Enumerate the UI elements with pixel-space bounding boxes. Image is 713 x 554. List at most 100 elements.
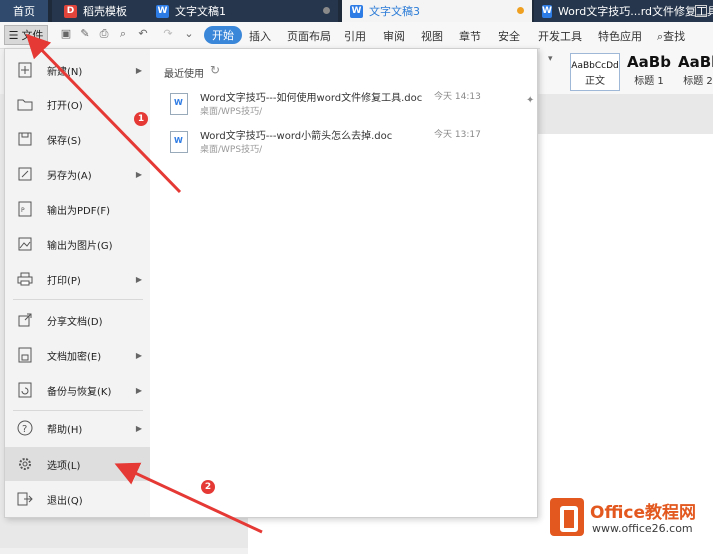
file-menu-button[interactable]: ☰ 文件 [4,25,48,45]
style-normal[interactable]: AaBbCcDd 正文 [570,53,620,91]
tab-insert[interactable]: 插入 [249,28,271,44]
tab-label: 文字文稿3 [369,5,420,18]
menu-item-new[interactable]: 新建(N) ▶ [5,53,150,87]
menu-item-encrypt[interactable]: 文档加密(E) ▶ [5,338,150,372]
tab-document-1[interactable]: W 文字文稿1 [148,0,338,22]
tab-chapter[interactable]: 章节 [459,28,481,44]
office-logo-icon [550,498,584,536]
file-menu-label: 文件 [21,29,44,42]
svg-text:P: P [21,207,25,214]
menu-item-label: 输出为PDF(F) [47,205,111,217]
menu-item-open[interactable]: 打开(O) [5,87,150,121]
style-heading-1[interactable]: AaBb 标题 1 [623,53,675,91]
annotation-badge-2: 2 [201,480,215,494]
submenu-arrow-icon: ▶ [135,385,142,395]
print-icon[interactable]: ⎙ [98,28,110,40]
word-doc-icon: W [542,4,552,18]
menu-item-save-as[interactable]: 另存为(A) ▶ [5,157,150,191]
recent-file-item[interactable]: Word文字技巧---word小箭头怎么去掉.doc 桌面/WPS技巧/ 今天 … [162,127,536,167]
quick-toolbar: ☰ 文件 ▣ ✎ ⎙ ⌕ ↶ ↷ ⌄ 开始 插入 页面布局 引用 审阅 视图 章… [0,22,713,49]
menu-item-label: 打印(P) [47,275,81,287]
submenu-arrow-icon: ▶ [135,169,142,179]
menu-item-label: 帮助(H) [47,424,83,436]
recent-file-time: 今天 13:17 [434,130,481,140]
recent-file-time: 今天 14:13 [434,92,481,102]
tab-close-icon[interactable] [695,5,707,17]
menu-item-exit[interactable]: 退出(Q) [5,482,150,516]
share-icon [17,312,33,328]
menu-item-label: 分享文档(D) [47,316,103,328]
undo-icon[interactable]: ↶ [137,28,149,40]
tab-page-layout[interactable]: 页面布局 [287,28,331,44]
tab-home-label: 首页 [13,5,35,18]
tab-label: 稻壳模板 [83,5,127,18]
print-preview-icon[interactable]: ⌕ [117,28,129,40]
tab-references[interactable]: 引用 [344,28,366,44]
tab-strip: 首页 D 稻壳模板 W 文字文稿1 W 文字文稿3 W Word文字技巧...r… [0,0,713,22]
watermark: Office教程网 www.office26.com [546,494,710,542]
tab-view[interactable]: 视图 [421,28,443,44]
unsaved-dot-icon [517,7,524,14]
menu-item-backup[interactable]: 备份与恢复(K) ▶ [5,373,150,407]
menu-item-label: 退出(Q) [47,495,83,507]
recent-files-panel: 最近使用 ↻ Word文字技巧---如何使用word文件修复工具.doc 桌面/… [150,49,537,517]
menu-item-label: 输出为图片(G) [47,240,113,252]
tab-security[interactable]: 安全 [498,28,520,44]
tab-label: 文字文稿1 [175,5,226,18]
menu-item-share[interactable]: 分享文档(D) [5,303,150,337]
annotation-badge-1: 1 [134,112,148,126]
recent-file-path: 桌面/WPS技巧/ [200,145,263,155]
style-h1-sample: AaBb [627,53,671,71]
style-normal-sample: AaBbCcDd [571,61,619,71]
submenu-arrow-icon: ▶ [135,274,142,284]
menu-item-print[interactable]: 打印(P) ▶ [5,262,150,296]
menu-item-options[interactable]: 选项(L) [5,447,150,481]
search-label: 查找 [663,30,686,43]
customize-toolbar-icon[interactable]: ⌄ [183,28,195,40]
menu-item-export-pdf[interactable]: P 输出为PDF(F) [5,192,150,226]
save-icon[interactable]: ▣ [60,28,72,40]
tab-home[interactable]: 首页 [0,0,48,22]
image-icon [17,236,33,252]
gallery-scroll-icon[interactable]: ▾ [548,54,553,64]
recent-file-path: 桌面/WPS技巧/ [200,107,263,117]
pdf-icon: P [17,201,33,217]
style-gallery: ▾ AaBbCcDd 正文 AaBb 标题 1 AaBb 标题 2 [540,48,713,94]
encrypt-icon [17,347,33,363]
menu-item-label: 保存(S) [47,135,82,147]
refresh-icon[interactable]: ↻ [210,63,220,77]
menu-item-save[interactable]: 保存(S) [5,122,150,156]
menu-item-export-image[interactable]: 输出为图片(G) [5,227,150,261]
pin-icon[interactable]: ✦ [526,95,534,106]
menu-item-label: 文档加密(E) [47,351,102,363]
menu-icon: ☰ [8,28,19,42]
submenu-arrow-icon: ▶ [135,423,142,433]
menu-divider [13,299,143,300]
save-as-icon [17,166,33,182]
word-doc-icon [170,93,188,115]
unsaved-dot-icon [323,7,330,14]
tab-home-ribbon[interactable]: 开始 [204,26,242,44]
tab-daoke-templates[interactable]: D 稻壳模板 [52,0,148,22]
style-heading-2[interactable]: AaBb 标题 2 [678,53,713,91]
menu-item-label: 新建(N) [47,66,83,78]
gear-icon [17,456,33,472]
search-button[interactable]: ⌕查找 [657,28,685,44]
help-icon: ? [17,420,33,436]
format-painter-icon[interactable]: ✎ [79,28,91,40]
menu-item-help[interactable]: ? 帮助(H) ▶ [5,411,150,445]
word-doc-icon [170,131,188,153]
tab-document-wordtips[interactable]: W Word文字技巧...rd文件修复工具 [534,0,713,22]
redo-icon[interactable]: ↷ [162,28,174,40]
style-normal-label: 正文 [585,76,605,87]
style-h2-sample: AaBb [678,53,713,71]
tab-special[interactable]: 特色应用 [598,28,642,44]
word-doc-icon: W [156,4,169,18]
tab-review[interactable]: 审阅 [383,28,405,44]
recent-file-item[interactable]: Word文字技巧---如何使用word文件修复工具.doc 桌面/WPS技巧/ … [162,89,536,129]
tab-developer[interactable]: 开发工具 [538,28,582,44]
recent-file-name: Word文字技巧---word小箭头怎么去掉.doc [200,131,393,142]
tab-document-3[interactable]: W 文字文稿3 [342,0,532,22]
menu-item-label: 另存为(A) [47,170,92,182]
recent-title: 最近使用 [164,69,204,80]
